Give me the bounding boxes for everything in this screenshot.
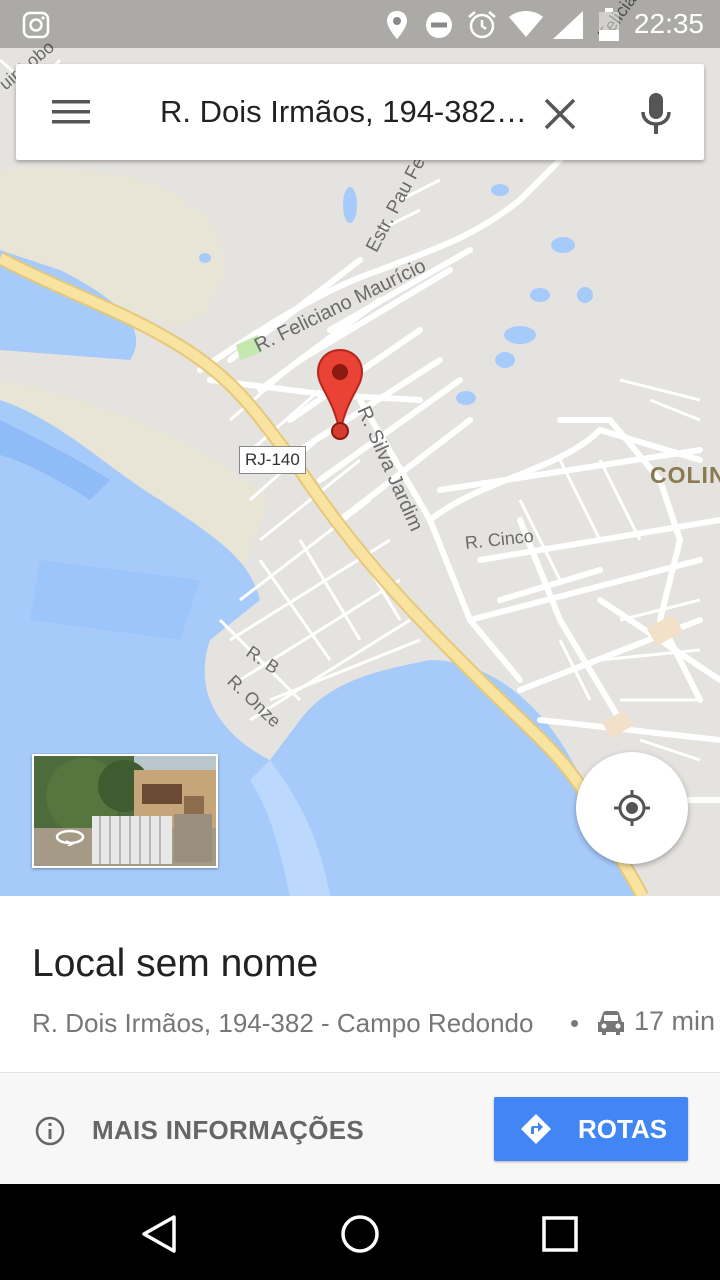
instagram-icon xyxy=(22,11,50,39)
recents-icon[interactable] xyxy=(538,1212,582,1256)
map-label-colin: COLIN xyxy=(650,462,720,488)
place-sheet[interactable]: Local sem nome R. Dois Irmãos, 194-382 -… xyxy=(0,896,720,1185)
street-view-thumbnail[interactable] xyxy=(32,754,218,868)
routes-button[interactable]: ROTAS xyxy=(494,1097,688,1161)
status-bar: 22:35 xyxy=(0,0,720,48)
place-address: R. Dois Irmãos, 194-382 - Campo Redondo xyxy=(32,1008,534,1038)
directions-icon xyxy=(521,1114,551,1144)
place-title: Local sem nome xyxy=(32,942,319,985)
alarm-icon xyxy=(468,11,496,39)
location-icon xyxy=(387,11,407,39)
status-time: 22:35 xyxy=(633,8,704,39)
search-box[interactable]: R. Dois Irmãos, 194-382 - Campo Redondo xyxy=(16,64,704,160)
back-icon[interactable] xyxy=(138,1212,182,1256)
action-bar: MAIS INFORMAÇÕES ROTAS xyxy=(0,1072,720,1185)
drive-time: 17 min xyxy=(634,1006,716,1036)
more-info-button[interactable]: MAIS INFORMAÇÕES xyxy=(92,1115,364,1146)
street-view-image xyxy=(34,756,216,866)
my-location-button[interactable] xyxy=(576,752,688,864)
close-icon[interactable] xyxy=(540,94,580,134)
battery-icon xyxy=(599,8,619,41)
do-not-disturb-icon xyxy=(426,12,452,38)
navigation-bar xyxy=(0,1184,720,1280)
menu-icon[interactable] xyxy=(52,98,90,126)
car-icon xyxy=(598,1011,624,1035)
routes-label: ROTAS xyxy=(578,1114,668,1144)
wifi-icon xyxy=(509,11,543,37)
signal-icon xyxy=(553,11,583,39)
location-pin-icon[interactable] xyxy=(316,348,364,440)
separator-dot: • xyxy=(570,1008,580,1038)
my-location-icon xyxy=(614,790,650,826)
mic-icon[interactable] xyxy=(638,92,674,136)
rotate-360-icon xyxy=(55,829,85,846)
search-query[interactable]: R. Dois Irmãos, 194-382 - Campo Redondo xyxy=(160,94,530,130)
info-icon[interactable] xyxy=(34,1115,66,1147)
home-icon[interactable] xyxy=(338,1212,382,1256)
highway-shield: RJ-140 xyxy=(239,446,306,474)
